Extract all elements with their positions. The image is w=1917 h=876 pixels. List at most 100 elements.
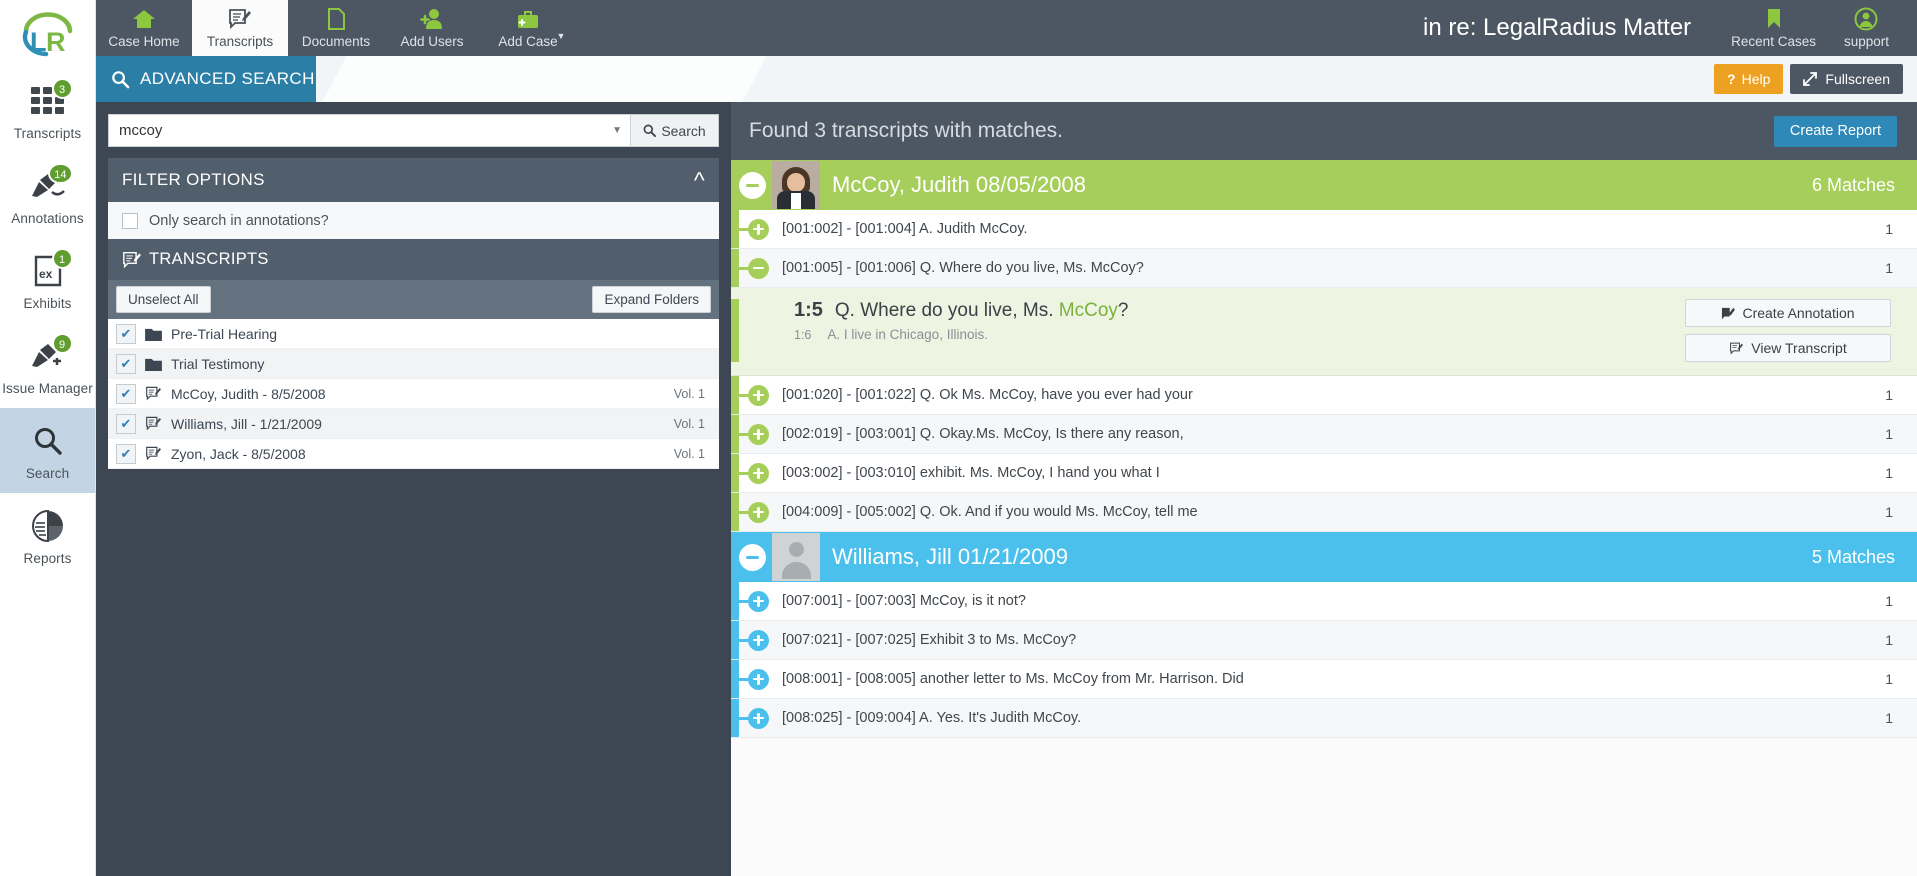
only-annotations-checkbox[interactable] (122, 213, 138, 229)
nav-transcripts[interactable]: Transcripts (192, 0, 288, 56)
expand-folders-button[interactable]: Expand Folders (592, 286, 711, 313)
nav-documents[interactable]: Documents (288, 0, 384, 56)
transcript-checkbox[interactable]: ✔ (116, 354, 136, 374)
sidebar-label-reports: Reports (24, 551, 72, 566)
collapse-match-icon[interactable] (748, 258, 769, 279)
question-icon: ? (1727, 71, 1736, 87)
match-row[interactable]: [001:005] - [001:006] Q. Where do you li… (731, 249, 1917, 288)
match-detail-body: 1:5Q. Where do you live, Ms. McCoy?1:6A.… (739, 299, 1685, 342)
sidebar-item-transcripts[interactable]: 3 Transcripts (0, 68, 95, 153)
transcript-icon (122, 251, 142, 269)
expand-match-icon[interactable] (748, 669, 769, 690)
expand-match-icon[interactable] (748, 708, 769, 729)
result-group-header[interactable]: Williams, Jill 01/21/20095 Matches (731, 532, 1917, 582)
transcript-icon (1729, 342, 1744, 355)
match-text: [007:021] - [007:025] Exhibit 3 to Ms. M… (769, 632, 1885, 648)
issue-icon: 9 (25, 336, 71, 376)
tree-connector (739, 639, 748, 642)
transcript-volume-label: Vol. 1 (674, 447, 711, 461)
pie-chart-icon (25, 506, 71, 546)
help-button[interactable]: ? Help (1714, 64, 1783, 94)
transcripts-title: TRANSCRIPTS (149, 250, 269, 269)
left-icon-rail: L R 3 Transcripts 14 Annotations (0, 0, 96, 876)
filter-options-header[interactable]: FILTER OPTIONS ^ (108, 158, 719, 202)
sidebar-item-search[interactable]: Search (0, 408, 95, 493)
expand-match-icon[interactable] (748, 385, 769, 406)
chevron-up-icon[interactable]: ^ (694, 169, 705, 192)
chevron-down-icon: ▼ (557, 31, 566, 41)
document-icon (326, 7, 346, 31)
add-user-icon (420, 7, 444, 31)
expand-match-icon[interactable] (748, 502, 769, 523)
transcripts-list: ✔Pre-Trial Hearing✔Trial Testimony✔McCoy… (108, 319, 719, 469)
nav-recent-cases-label: Recent Cases (1731, 34, 1816, 49)
match-count: 1 (1885, 465, 1917, 481)
expand-match-icon[interactable] (748, 591, 769, 612)
search-button-label: Search (661, 123, 705, 139)
chevron-down-icon[interactable]: ▼ (606, 125, 622, 136)
collapse-group-icon[interactable] (739, 544, 766, 571)
match-row[interactable]: [004:009] - [005:002] Q. Ok. And if you … (731, 493, 1917, 532)
nav-add-case[interactable]: Add Case ▼ (480, 0, 576, 56)
match-count: 1 (1885, 426, 1917, 442)
search-input[interactable] (119, 122, 606, 139)
match-row[interactable]: [001:002] - [001:004] A. Judith McCoy.1 (731, 210, 1917, 249)
transcript-list-item[interactable]: ✔Pre-Trial Hearing (108, 319, 719, 349)
transcript-list-item[interactable]: ✔McCoy, Judith - 8/5/2008Vol. 1 (108, 379, 719, 409)
match-row[interactable]: [007:001] - [007:003] McCoy, is it not?1 (731, 582, 1917, 621)
detail-line2-text: A. I live in Chicago, Illinois. (827, 327, 988, 342)
sidebar-item-annotations[interactable]: 14 Annotations (0, 153, 95, 238)
transcript-checkbox[interactable]: ✔ (116, 384, 136, 404)
transcript-checkbox[interactable]: ✔ (116, 444, 136, 464)
result-group-header[interactable]: McCoy, Judith 08/05/20086 Matches (731, 160, 1917, 210)
expand-arrows-icon (1803, 72, 1817, 86)
create-annotation-button[interactable]: Create Annotation (1685, 299, 1891, 327)
nav-support[interactable]: support (1830, 7, 1903, 49)
unselect-all-button[interactable]: Unselect All (116, 286, 211, 313)
transcript-list-item[interactable]: ✔ Trial Testimony (108, 349, 719, 379)
transcript-item-label: Trial Testimony (171, 356, 696, 372)
sidebar-item-issue-manager[interactable]: 9 Issue Manager (0, 323, 95, 408)
sidebar-item-exhibits[interactable]: ex 1 Exhibits (0, 238, 95, 323)
transcript-list-item[interactable]: ✔Williams, Jill - 1/21/2009Vol. 1 (108, 409, 719, 439)
app-logo[interactable]: L R (0, 0, 95, 68)
fullscreen-button[interactable]: Fullscreen (1790, 64, 1903, 94)
nav-case-home[interactable]: Case Home (96, 0, 192, 56)
nav-recent-cases[interactable]: Recent Cases (1717, 7, 1830, 49)
help-label: Help (1742, 71, 1771, 87)
match-text: [008:025] - [009:004] A. Yes. It's Judit… (769, 710, 1885, 726)
match-row[interactable]: [003:002] - [003:010] exhibit. Ms. McCoy… (731, 454, 1917, 493)
create-report-button[interactable]: Create Report (1774, 116, 1897, 147)
match-text: [007:001] - [007:003] McCoy, is it not? (769, 593, 1885, 609)
expand-match-icon[interactable] (748, 463, 769, 484)
expand-match-icon[interactable] (748, 424, 769, 445)
nav-add-users[interactable]: Add Users (384, 0, 480, 56)
transcript-list-item[interactable]: ✔Zyon, Jack - 8/5/2008Vol. 1 (108, 439, 719, 469)
collapse-group-icon[interactable] (739, 172, 766, 199)
home-icon (132, 7, 156, 31)
expand-match-icon[interactable] (748, 219, 769, 240)
group-spine (731, 210, 739, 248)
transcript-checkbox[interactable]: ✔ (116, 324, 136, 344)
transcript-checkbox[interactable]: ✔ (116, 414, 136, 434)
result-group-title: McCoy, Judith 08/05/2008 (820, 172, 1812, 198)
match-row[interactable]: [008:025] - [009:004] A. Yes. It's Judit… (731, 699, 1917, 738)
search-icon (25, 421, 71, 461)
match-text: [003:002] - [003:010] exhibit. Ms. McCoy… (769, 465, 1885, 481)
tree-connector (739, 433, 748, 436)
match-row[interactable]: [007:021] - [007:025] Exhibit 3 to Ms. M… (731, 621, 1917, 660)
advanced-search-tab[interactable]: ADVANCED SEARCH (96, 56, 316, 102)
search-button[interactable]: Search (631, 114, 719, 147)
expand-match-icon[interactable] (748, 630, 769, 651)
match-count: 1 (1885, 710, 1917, 726)
match-row[interactable]: [001:020] - [001:022] Q. Ok Ms. McCoy, h… (731, 376, 1917, 415)
result-group-count: 5 Matches (1812, 547, 1917, 568)
sidebar-item-reports[interactable]: Reports (0, 493, 95, 578)
filter-options-body: Only search in annotations? (108, 202, 719, 239)
highlighter-icon: 14 (25, 166, 71, 206)
match-row[interactable]: [008:001] - [008:005] another letter to … (731, 660, 1917, 699)
view-transcript-button[interactable]: View Transcript (1685, 334, 1891, 362)
nav-transcripts-label: Transcripts (207, 34, 273, 49)
issue-badge: 9 (52, 333, 73, 354)
match-row[interactable]: [002:019] - [003:001] Q. Okay.Ms. McCoy,… (731, 415, 1917, 454)
